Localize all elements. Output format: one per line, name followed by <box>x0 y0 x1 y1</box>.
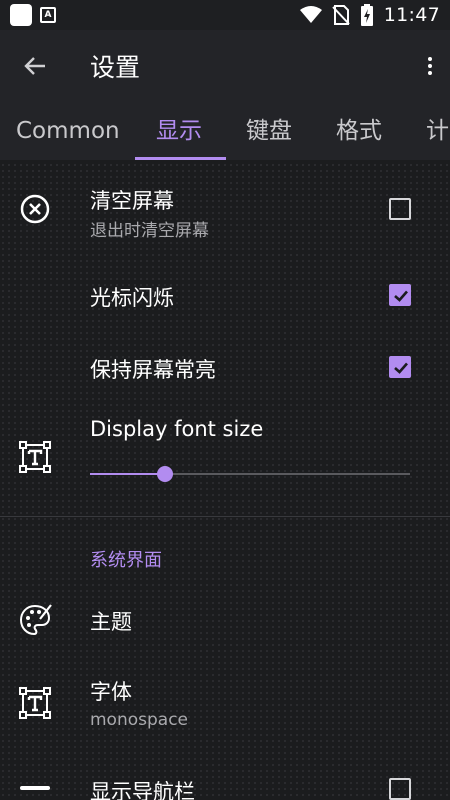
more-vert-icon <box>428 57 432 75</box>
tab-common[interactable]: Common <box>16 102 120 160</box>
status-time: 11:47 <box>383 4 440 26</box>
back-button[interactable] <box>0 30 70 102</box>
status-left: A <box>10 4 56 26</box>
setting-keep-screen-on[interactable]: 保持屏幕常亮 <box>0 334 450 398</box>
check-icon <box>394 290 408 302</box>
setting-font[interactable]: 字体 monospace <box>0 666 450 742</box>
setting-cursor-blink[interactable]: 光标闪烁 <box>0 262 450 326</box>
font-size-slider-fill <box>90 473 166 475</box>
status-bar: A 11:47 <box>0 0 450 30</box>
close-circle-icon <box>16 190 54 228</box>
setting-title: 光标闪烁 <box>90 286 174 310</box>
page-title: 设置 <box>90 53 141 82</box>
setting-clear-screen[interactable]: 清空屏幕 退出时清空屏幕 <box>0 170 450 250</box>
text-frame-icon <box>16 684 54 722</box>
keep-screen-on-checkbox[interactable] <box>389 356 411 378</box>
font-size-slider-thumb[interactable] <box>157 466 174 482</box>
notification-square-icon <box>10 4 32 26</box>
active-tab-indicator <box>135 157 226 160</box>
status-right: 11:47 <box>299 4 440 26</box>
setting-theme[interactable]: 主题 <box>0 588 450 652</box>
check-icon <box>394 362 408 374</box>
palette-icon <box>16 601 54 639</box>
wifi-icon <box>299 6 322 23</box>
battery-charging-icon <box>360 4 373 26</box>
app-bar: 设置 <box>0 30 450 102</box>
tab-format[interactable]: 格式 <box>336 102 382 160</box>
setting-show-nav-bar[interactable]: 显示导航栏 <box>0 762 450 800</box>
section-header: 系统界面 <box>90 550 162 571</box>
setting-display-font-size: Display font size <box>0 405 450 510</box>
app-a-icon: A <box>40 7 56 23</box>
tab-partial[interactable]: 计 <box>426 102 449 160</box>
section-divider <box>0 516 450 517</box>
setting-subtitle: monospace <box>90 710 189 730</box>
tab-keyboard[interactable]: 键盘 <box>246 102 292 160</box>
setting-title: 主题 <box>90 610 132 634</box>
setting-subtitle: 退出时清空屏幕 <box>90 221 209 241</box>
setting-title: 字体 <box>90 680 132 704</box>
text-frame-icon <box>16 438 54 476</box>
setting-title: Display font size <box>90 417 264 441</box>
setting-title: 显示导航栏 <box>90 780 195 800</box>
cursor-blink-checkbox[interactable] <box>389 284 411 306</box>
setting-title: 清空屏幕 <box>90 189 174 213</box>
clear-screen-checkbox[interactable] <box>389 198 411 220</box>
arrow-back-icon <box>24 57 45 75</box>
nav-bar-icon <box>20 786 50 790</box>
tab-display[interactable]: 显示 <box>156 102 202 160</box>
setting-title: 保持屏幕常亮 <box>90 358 216 382</box>
more-options-button[interactable] <box>410 30 450 102</box>
tab-bar: Common 显示 键盘 格式 计 <box>0 102 450 160</box>
show-nav-bar-checkbox[interactable] <box>389 778 411 800</box>
no-sim-icon <box>332 5 350 25</box>
